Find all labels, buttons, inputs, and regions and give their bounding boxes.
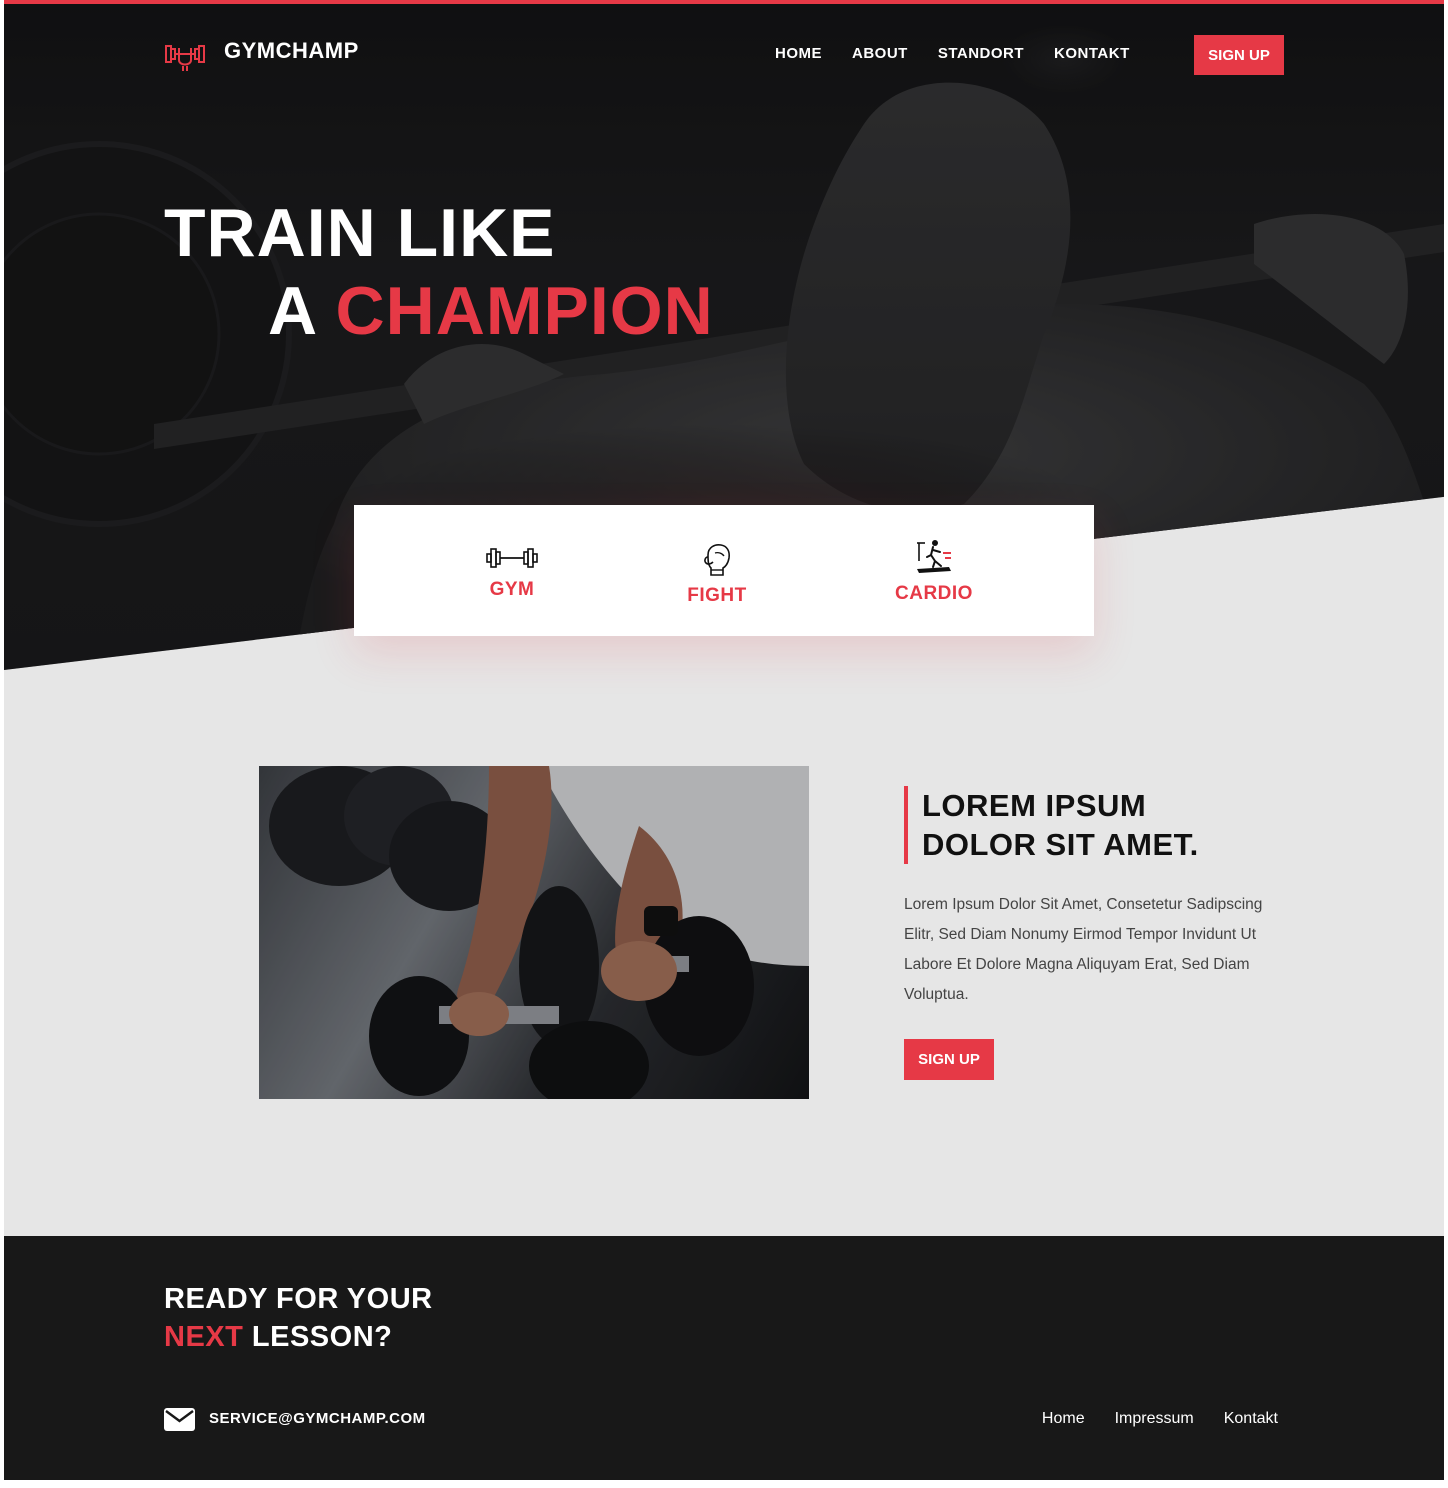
top-accent-bar bbox=[4, 0, 1444, 4]
about-title-line2: DOLOR SIT AMET. bbox=[922, 827, 1199, 862]
feature-cardio-label: CARDIO bbox=[895, 583, 973, 604]
feature-cardio[interactable]: CARDIO bbox=[892, 539, 976, 605]
dumbbell-icon bbox=[486, 548, 538, 568]
top-navigation: GYMCHAMP HOME ABOUT STANDORT KONTAKT SIG… bbox=[4, 4, 1444, 104]
treadmill-icon bbox=[917, 540, 951, 573]
footer-links: Home Impressum Kontakt bbox=[1012, 1410, 1278, 1428]
nav-link-standort[interactable]: STANDORT bbox=[938, 45, 1024, 62]
footer: READY FOR YOUR NEXT LESSON? SERVICE@GYMC… bbox=[4, 1236, 1444, 1480]
footer-heading-accent: NEXT bbox=[164, 1321, 244, 1353]
feature-fight[interactable]: FIGHT bbox=[682, 543, 752, 607]
nav-link-about[interactable]: ABOUT bbox=[852, 45, 908, 62]
footer-link-home[interactable]: Home bbox=[1042, 1410, 1085, 1428]
about-title-line1: LOREM IPSUM bbox=[922, 788, 1147, 823]
footer-link-impressum[interactable]: Impressum bbox=[1115, 1410, 1194, 1428]
feature-card: GYM FIGHT CARDIO bbox=[354, 505, 1094, 636]
footer-heading-line1: READY FOR YOUR bbox=[164, 1283, 433, 1315]
about-image bbox=[259, 766, 809, 1099]
boxing-glove-icon bbox=[704, 544, 730, 576]
footer-link-kontakt[interactable]: Kontakt bbox=[1224, 1410, 1278, 1428]
feature-gym[interactable]: GYM bbox=[482, 545, 542, 601]
mail-icon bbox=[164, 1408, 195, 1431]
about-signup-button[interactable]: SIGN UP bbox=[904, 1039, 994, 1080]
brand-name[interactable]: GYMCHAMP bbox=[224, 38, 359, 64]
dumbbell-rack-photo bbox=[259, 766, 809, 1099]
hero-headline-line1: TRAIN LIKE bbox=[164, 195, 556, 271]
nav-signup-button[interactable]: SIGN UP bbox=[1194, 35, 1284, 75]
footer-heading-rest: LESSON? bbox=[251, 1321, 393, 1353]
hero-headline-accent: CHAMPION bbox=[335, 273, 714, 349]
hero-headline-prefix: A bbox=[268, 273, 316, 349]
footer-heading: READY FOR YOUR NEXT LESSON? bbox=[164, 1280, 433, 1356]
feature-fight-label: FIGHT bbox=[687, 585, 747, 606]
about-description: Lorem Ipsum Dolor Sit Amet, Consetetur S… bbox=[904, 896, 1263, 1003]
about-title: LOREM IPSUM DOLOR SIT AMET. bbox=[904, 786, 1199, 864]
nav-link-home[interactable]: HOME bbox=[775, 45, 822, 62]
feature-gym-label: GYM bbox=[489, 579, 535, 600]
footer-heading-line2: NEXT LESSON? bbox=[164, 1318, 433, 1356]
hero-headline-line2: A CHAMPION bbox=[268, 272, 714, 350]
nav-links: HOME ABOUT STANDORT KONTAKT bbox=[775, 45, 1160, 62]
hero-headline: TRAIN LIKE A CHAMPION bbox=[164, 194, 714, 350]
nav-link-kontakt[interactable]: KONTAKT bbox=[1054, 45, 1130, 62]
page: GYMCHAMP HOME ABOUT STANDORT KONTAKT SIG… bbox=[4, 0, 1444, 1480]
gym-logo-icon[interactable] bbox=[164, 36, 206, 72]
footer-email-link[interactable]: SERVICE@GYMCHAMP.COM bbox=[209, 1410, 426, 1427]
